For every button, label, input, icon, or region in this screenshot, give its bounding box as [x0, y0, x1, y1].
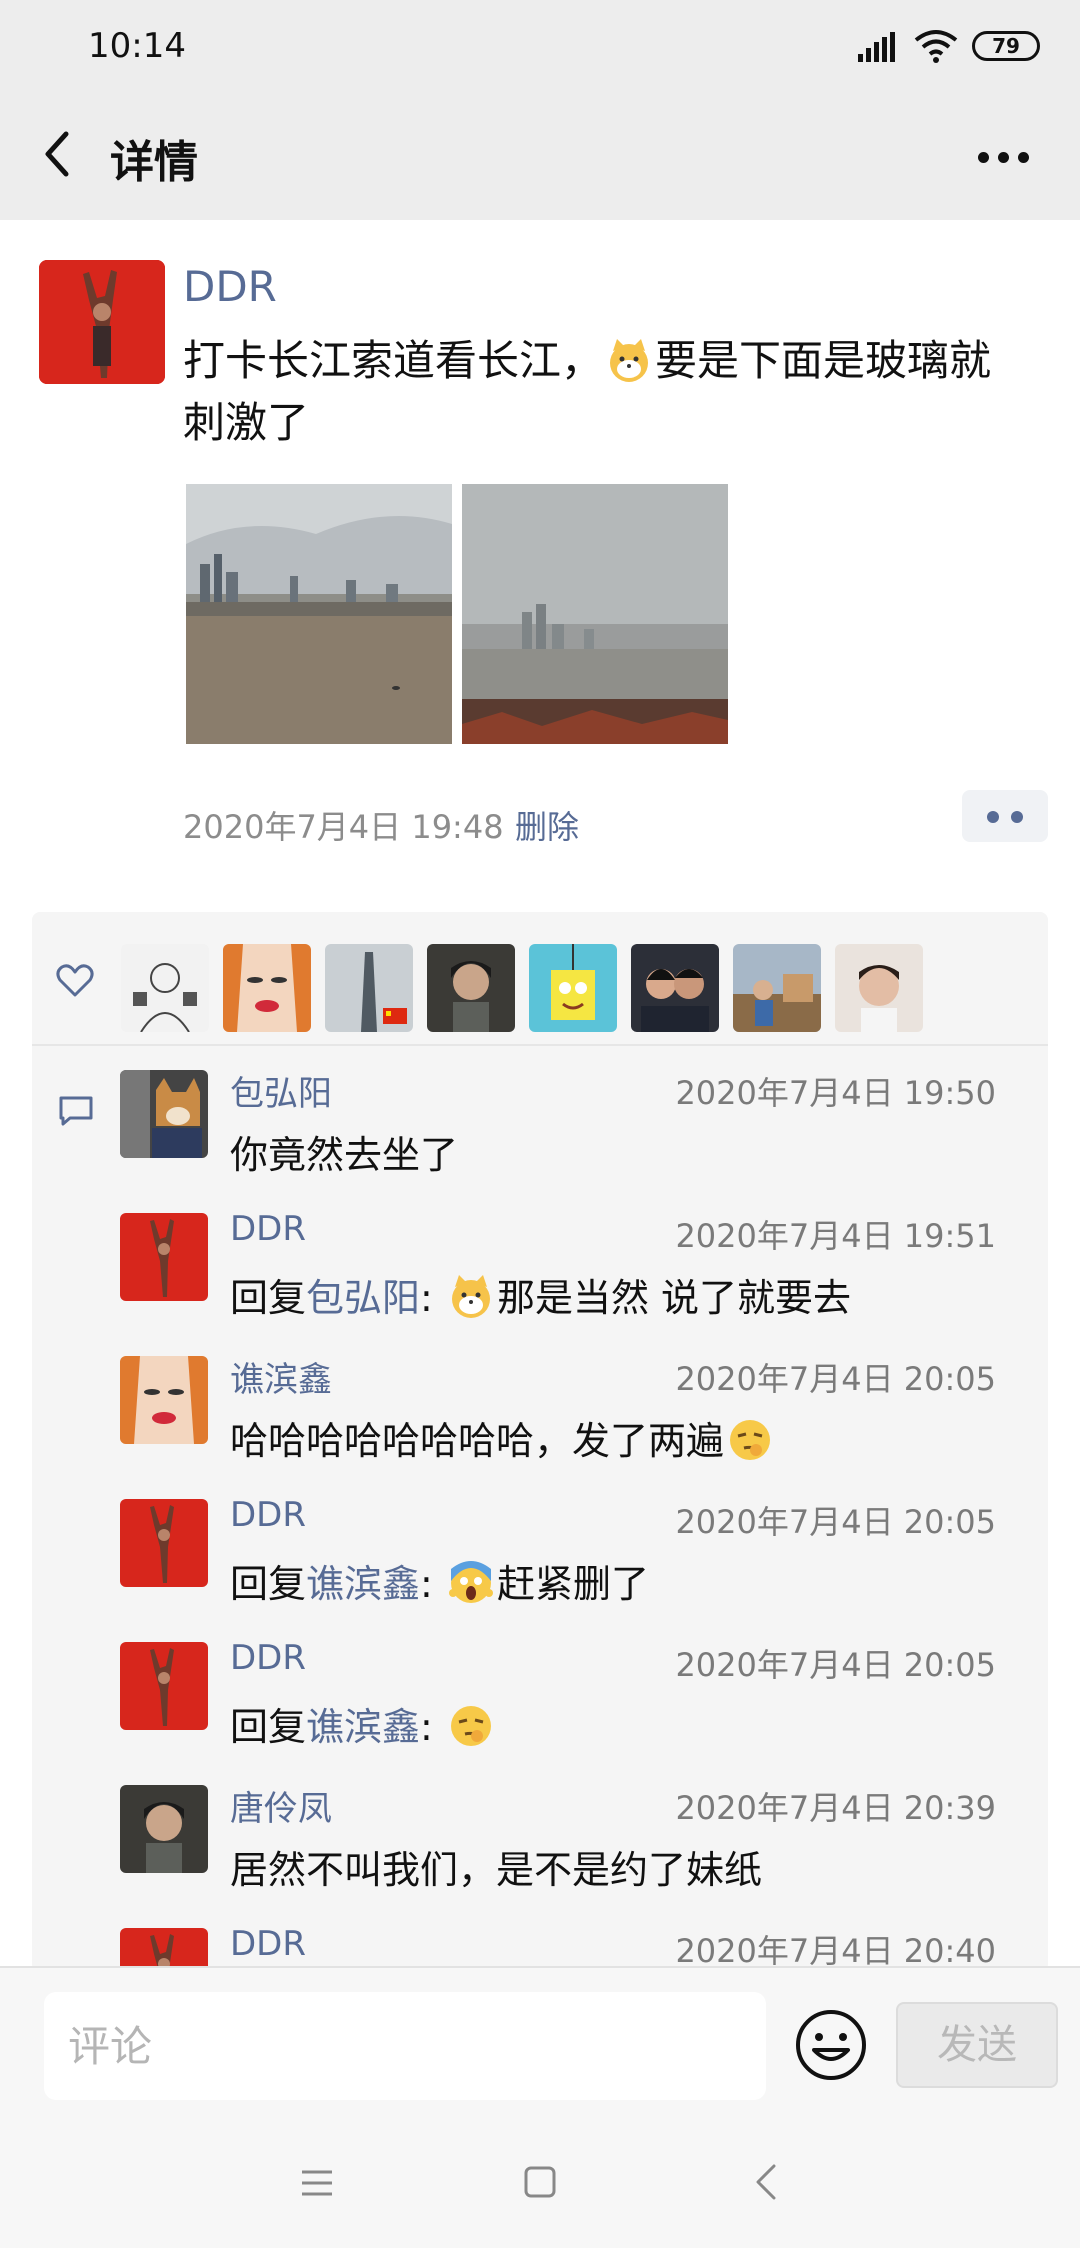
comment-avatar[interactable] [120, 1070, 208, 1158]
comment-time: 2020年7月4日 20:05 [675, 1646, 996, 1684]
interaction-panel: 包弘阳 2020年7月4日 19:50 你竟然去坐了 DDR 2020年7月4日… [32, 912, 1048, 1972]
comment-time: 2020年7月4日 20:39 [675, 1789, 996, 1827]
comment-time: 2020年7月4日 19:51 [675, 1217, 996, 1255]
like-avatar-4[interactable] [427, 944, 515, 1032]
likes-row [32, 912, 1048, 1046]
emoji-picker-icon[interactable] [794, 2008, 868, 2082]
like-avatar-5[interactable] [529, 944, 617, 1032]
post-photo-2[interactable] [462, 484, 728, 744]
reply-text: 那是当然 说了就要去 [496, 1276, 852, 1320]
title-bar: 详情 [0, 96, 1080, 220]
comment-text: 哈哈哈哈哈哈哈哈，发了两遍 [230, 1410, 1030, 1465]
post-text: 打卡长江索道看长江， 要是下面是玻璃就刺激了 [183, 330, 1033, 454]
comment-item: 唐伶凤 2020年7月4日 20:39 居然不叫我们，是不是约了妹纸 [32, 1785, 1048, 1928]
reply-to-name[interactable]: 谯滨鑫 [306, 1562, 420, 1606]
reply-prefix: 回复 [230, 1562, 307, 1606]
post-author-name[interactable]: DDR [183, 262, 277, 311]
comment-text: 回复包弘阳: 那是当然 说了就要去 [230, 1267, 1030, 1322]
reply-to-name[interactable]: 包弘阳 [306, 1276, 420, 1320]
like-avatar-7[interactable] [733, 944, 821, 1032]
comment-text: 你竟然去坐了 [230, 1133, 459, 1177]
comment-author[interactable]: 谯滨鑫 [230, 1352, 332, 1401]
comment-item: DDR 2020年7月4日 20:05 回复谯滨鑫: [32, 1638, 1048, 1785]
moments-detail-page: 10:14 79 详情 DDR 打卡长江索道看长江， 要是下面是玻璃就刺激了 2… [0, 0, 1080, 2248]
comment-item: DDR 2020年7月4日 20:05 回复谯滨鑫: 赶紧删了 [32, 1495, 1048, 1642]
comment-time: 2020年7月4日 19:50 [675, 1074, 996, 1112]
wifi-icon [914, 30, 958, 63]
comment-text: 居然不叫我们，是不是约了妹纸 [230, 1848, 763, 1892]
post-author-avatar[interactable] [39, 260, 165, 384]
comment-author[interactable]: DDR [230, 1638, 306, 1678]
reply-separator: : [420, 1562, 433, 1606]
comment-avatar[interactable] [120, 1213, 208, 1301]
reply-prefix: 回复 [230, 1705, 307, 1749]
more-options-icon[interactable] [978, 152, 1030, 166]
like-avatar-8[interactable] [835, 944, 923, 1032]
post-timestamp: 2020年7月4日 19:48 [183, 808, 504, 846]
reply-text: 赶紧删了 [496, 1562, 649, 1606]
comment-item: DDR 2020年7月4日 19:51 回复包弘阳: 那是当然 说了就要去 [32, 1209, 1048, 1356]
comment-text: 回复谯滨鑫: [230, 1696, 1030, 1751]
comment-avatar[interactable] [120, 1356, 208, 1444]
like-avatar-6[interactable] [631, 944, 719, 1032]
heart-icon [56, 964, 94, 997]
home-icon[interactable] [524, 2166, 556, 2198]
comment-text-body: 哈哈哈哈哈哈哈哈，发了两遍 [230, 1419, 725, 1463]
reply-to-name[interactable]: 谯滨鑫 [306, 1705, 420, 1749]
reply-separator: : [420, 1276, 433, 1320]
system-nav-bar [0, 2118, 1080, 2248]
cat-emoji-icon [610, 339, 649, 382]
comment-time: 2020年7月4日 20:05 [675, 1503, 996, 1541]
status-time: 10:14 [88, 26, 186, 66]
reply-prefix: 回复 [230, 1276, 307, 1320]
recent-apps-icon[interactable] [300, 2168, 334, 2198]
comment-author[interactable]: 包弘阳 [230, 1066, 332, 1115]
smirk-emoji-icon [450, 1706, 491, 1746]
cat-emoji-icon [451, 1275, 490, 1318]
delete-link[interactable]: 删除 [515, 802, 579, 848]
comment-author[interactable]: DDR [230, 1495, 306, 1535]
comment-author[interactable]: DDR [230, 1209, 306, 1249]
comment-text: 回复谯滨鑫: 赶紧删了 [230, 1553, 1030, 1608]
back-arrow-icon[interactable] [34, 124, 84, 184]
post-photo-1[interactable] [186, 484, 452, 744]
comment-input-bar: 发送 [0, 1966, 1080, 2118]
comment-item: 包弘阳 2020年7月4日 19:50 你竟然去坐了 [32, 1070, 1048, 1213]
comment-avatar[interactable] [120, 1785, 208, 1873]
like-avatar-1[interactable] [121, 944, 209, 1032]
comment-time: 2020年7月4日 20:05 [675, 1360, 996, 1398]
battery-icon: 79 [972, 31, 1040, 61]
signal-icon [858, 32, 895, 62]
comment-input[interactable] [44, 1992, 766, 2100]
post-text-part1: 打卡长江索道看长江， [183, 336, 604, 385]
page-title: 详情 [110, 137, 198, 188]
status-bar: 10:14 79 [0, 0, 1080, 96]
scream-emoji-icon [448, 1561, 493, 1603]
comment-avatar[interactable] [120, 1642, 208, 1730]
like-avatar-2[interactable] [223, 944, 311, 1032]
system-back-icon[interactable] [752, 2162, 780, 2202]
comment-author[interactable]: DDR [230, 1924, 306, 1964]
like-avatar-3[interactable] [325, 944, 413, 1032]
comment-author[interactable]: 唐伶凤 [230, 1781, 332, 1830]
smirk-emoji-icon [730, 1420, 771, 1460]
comment-avatar[interactable] [120, 1499, 208, 1587]
comment-item: 谯滨鑫 2020年7月4日 20:05 哈哈哈哈哈哈哈哈，发了两遍 [32, 1356, 1048, 1499]
send-button[interactable]: 发送 [896, 2002, 1058, 2088]
like-comment-menu-button[interactable] [962, 790, 1048, 842]
reply-separator: : [420, 1705, 433, 1749]
